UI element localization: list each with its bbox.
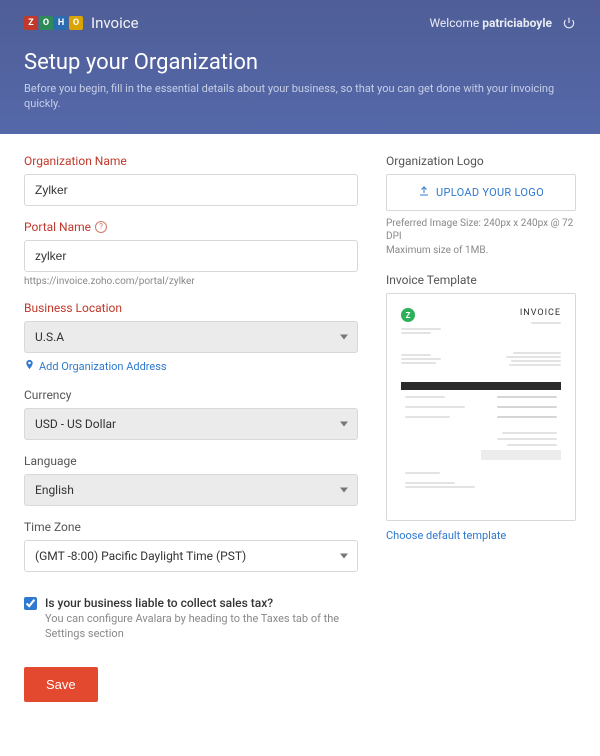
label-organization-name: Organization Name xyxy=(24,154,358,168)
tax-liable-block: Is your business liable to collect sales… xyxy=(24,596,358,642)
field-portal-name: Portal Name ? https://invoice.zoho.com/p… xyxy=(24,220,358,287)
logout-icon[interactable] xyxy=(562,16,576,30)
label-language: Language xyxy=(24,454,358,468)
tax-question: Is your business liable to collect sales… xyxy=(45,596,358,610)
organization-name-input[interactable] xyxy=(24,174,358,206)
help-icon[interactable]: ? xyxy=(95,221,107,233)
brand-logo: Z O H O Invoice xyxy=(24,14,139,32)
app-header: Z O H O Invoice Welcome patriciaboyle Se… xyxy=(0,0,600,134)
label-portal-name: Portal Name ? xyxy=(24,220,358,234)
template-invoice-label: INVOICE xyxy=(520,308,561,318)
field-timezone: Time Zone (GMT -8:00) Pacific Daylight T… xyxy=(24,520,358,572)
tax-help: You can configure Avalara by heading to … xyxy=(45,612,358,642)
product-name: Invoice xyxy=(91,14,139,32)
add-address-link[interactable]: Add Organization Address xyxy=(39,360,167,373)
logo-hint-size: Preferred Image Size: 240px x 240px @ 72… xyxy=(386,217,576,244)
field-organization-name: Organization Name xyxy=(24,154,358,206)
tax-liable-checkbox[interactable] xyxy=(24,597,37,610)
currency-select[interactable]: USD - US Dollar xyxy=(24,408,358,440)
page-subtitle: Before you begin, fill in the essential … xyxy=(24,81,576,112)
save-button[interactable]: Save xyxy=(24,667,98,702)
label-timezone: Time Zone xyxy=(24,520,358,534)
language-select[interactable]: English xyxy=(24,474,358,506)
portal-url-hint: https://invoice.zoho.com/portal/zylker xyxy=(24,276,358,287)
label-business-location: Business Location xyxy=(24,301,358,315)
page-title: Setup your Organization xyxy=(24,50,576,75)
label-currency: Currency xyxy=(24,388,358,402)
label-org-logo: Organization Logo xyxy=(386,154,576,168)
logo-letter: O xyxy=(69,16,83,30)
field-language: Language English xyxy=(24,454,358,506)
timezone-select[interactable]: (GMT -8:00) Pacific Daylight Time (PST) xyxy=(24,540,358,572)
pin-icon xyxy=(24,359,35,374)
invoice-template-preview[interactable]: Z INVOICE xyxy=(386,293,576,521)
logo-letter: O xyxy=(39,16,53,30)
template-brand-badge: Z xyxy=(401,308,415,322)
logo-hint-max: Maximum size of 1MB. xyxy=(386,244,576,258)
welcome-block: Welcome patriciaboyle xyxy=(429,16,576,30)
upload-logo-button[interactable]: UPLOAD YOUR LOGO xyxy=(386,174,576,211)
upload-icon xyxy=(418,185,430,200)
label-invoice-template: Invoice Template xyxy=(386,273,576,287)
field-business-location: Business Location U.S.A Add Organization… xyxy=(24,301,358,374)
field-currency: Currency USD - US Dollar xyxy=(24,388,358,440)
logo-letter: Z xyxy=(24,16,38,30)
logo-letter: H xyxy=(54,16,68,30)
business-location-select[interactable]: U.S.A xyxy=(24,321,358,353)
choose-template-link[interactable]: Choose default template xyxy=(386,529,576,542)
portal-name-input[interactable] xyxy=(24,240,358,272)
